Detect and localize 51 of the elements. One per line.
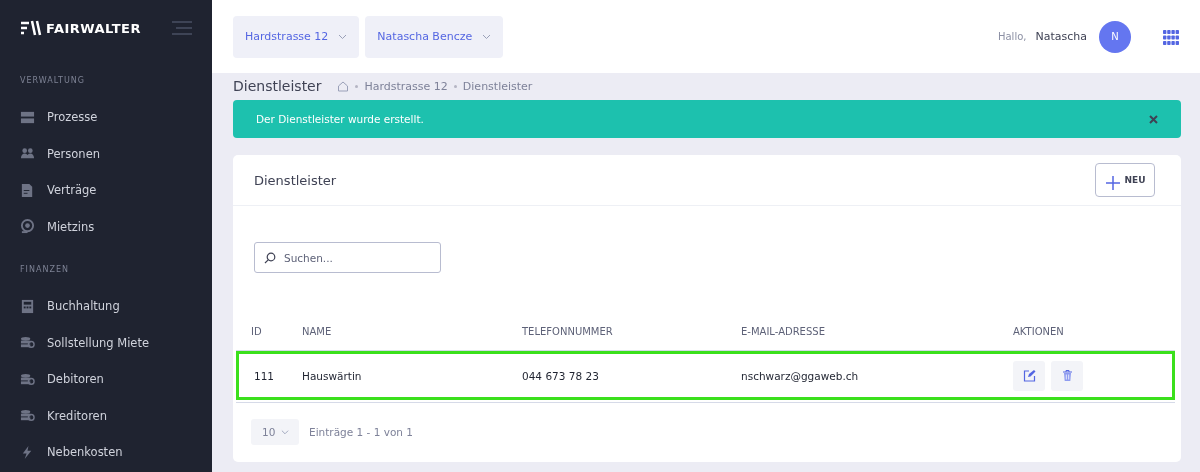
sidebar-item[interactable]: Debitoren: [0, 361, 212, 398]
calculator-icon: [20, 298, 35, 314]
sidebar-item[interactable]: Nebenkosten: [0, 434, 212, 471]
chevron-down-icon: [281, 428, 289, 436]
coin-stack-icon: [20, 335, 35, 351]
logo-text: FAIRWALTER: [46, 20, 141, 36]
table-cell: Hauswärtin: [301, 351, 521, 400]
coin-stack-icon: [20, 408, 35, 424]
sidebar-item[interactable]: Buchhaltung: [0, 288, 212, 325]
home-icon: [337, 80, 350, 92]
page-title: Dienstleister: [233, 78, 322, 94]
user-avatar[interactable]: N: [1099, 20, 1131, 53]
dropdown-selector[interactable]: Hardstrasse 12: [233, 15, 360, 58]
user-name: Natascha: [1035, 30, 1087, 43]
card-title: Dienstleister: [254, 172, 337, 188]
server-icon: [20, 109, 35, 125]
table-cell: 111: [236, 351, 301, 400]
coin-icon: [20, 219, 35, 235]
alert-message: Der Dienstleister wurde erstellt.: [256, 113, 424, 125]
new-button[interactable]: NEU: [1095, 163, 1155, 197]
column-header: TELEFONNUMMER: [521, 313, 740, 351]
column-header: E-MAIL-ADRESSE: [740, 313, 1012, 351]
coin-stack-icon: [20, 371, 35, 387]
trash-icon: [1060, 369, 1074, 382]
table-cell: 044 673 78 23: [521, 351, 740, 400]
delete-button[interactable]: [1051, 360, 1083, 391]
search-field[interactable]: Suchen...: [254, 242, 441, 273]
sidebar-item[interactable]: Personen: [0, 135, 212, 172]
apps-grid-icon[interactable]: [1163, 28, 1179, 45]
close-icon[interactable]: [1149, 114, 1158, 124]
section-heading: FINANZEN: [19, 264, 70, 276]
logo-icon: [20, 20, 42, 36]
sidebar-item[interactable]: Prozesse: [0, 99, 212, 136]
document-icon: [20, 182, 35, 198]
chevron-down-icon: [338, 32, 348, 41]
table-cell: nschwarz@ggaweb.ch: [740, 351, 1012, 400]
chevron-down-icon: [482, 32, 492, 41]
dropdown-selector[interactable]: Natascha Bencze: [365, 15, 504, 58]
greeting-text: Hallo,: [997, 31, 1027, 42]
plus-icon: [1104, 175, 1121, 191]
entries-summary: Einträge 1 - 1 von 1: [309, 426, 413, 438]
column-header: NAME: [301, 313, 521, 351]
edit-icon: [1022, 369, 1036, 382]
section-heading: VERWALTUNG: [19, 75, 86, 87]
column-header: ID: [236, 313, 301, 351]
edit-button[interactable]: [1013, 360, 1045, 391]
column-header: AKTIONEN: [1012, 313, 1175, 351]
sidebar-item[interactable]: Kreditoren: [0, 397, 212, 434]
sidebar-item[interactable]: Verträge: [0, 172, 212, 209]
sidebar-item[interactable]: Mietzins: [0, 208, 212, 245]
sidebar-item[interactable]: Sollstellung Miete: [0, 324, 212, 361]
